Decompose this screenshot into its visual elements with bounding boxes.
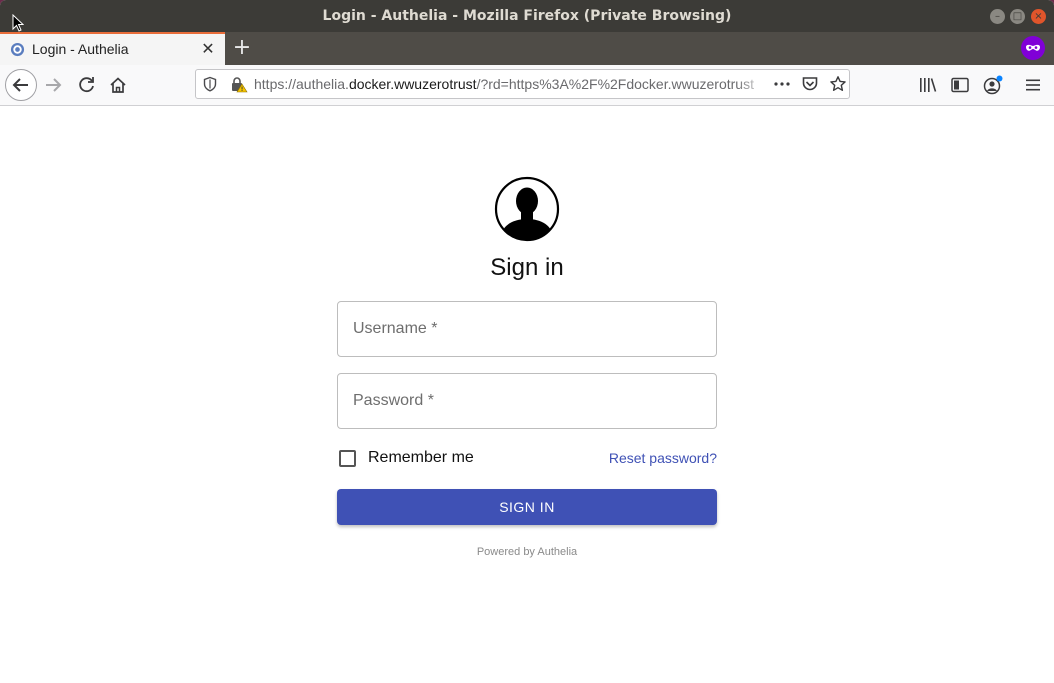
account-icon[interactable] xyxy=(982,75,1004,95)
private-browsing-icon xyxy=(1021,36,1045,60)
home-icon xyxy=(110,77,126,93)
tab-strip: Login - Authelia ✕ + xyxy=(0,32,1054,65)
remember-row: Remember me Reset password? xyxy=(337,446,717,470)
url-fade xyxy=(736,72,768,96)
sign-in-button[interactable]: SIGN IN xyxy=(337,489,717,525)
sidebar-icon[interactable] xyxy=(950,76,970,94)
tab-title: Login - Authelia xyxy=(32,41,129,57)
page-title: Sign in xyxy=(490,254,564,281)
url-bar[interactable]: https://authelia.docker.wwuzerotrust/?rd… xyxy=(195,69,850,99)
forward-button[interactable] xyxy=(40,70,70,100)
url-suffix: /?rd=https%3A%2F%2Fdocker.wwuzerotrust xyxy=(476,76,754,92)
pocket-icon[interactable] xyxy=(801,75,819,93)
plus-icon: + xyxy=(232,35,252,60)
username-field[interactable]: Username * xyxy=(337,301,717,357)
arrow-left-icon xyxy=(12,78,28,92)
minimize-icon: – xyxy=(995,11,1000,22)
remember-me-label[interactable]: Remember me xyxy=(368,449,474,467)
reset-password-link[interactable]: Reset password? xyxy=(609,450,717,466)
tab-login-authelia[interactable]: Login - Authelia ✕ xyxy=(0,32,225,65)
close-icon: × xyxy=(1034,11,1043,22)
bookmark-star-icon[interactable] xyxy=(829,75,847,93)
minimize-button[interactable]: – xyxy=(990,9,1005,24)
reload-button[interactable] xyxy=(72,70,102,100)
hamburger-menu-icon[interactable] xyxy=(1023,75,1043,95)
close-window-button[interactable]: × xyxy=(1031,9,1046,24)
url-host: docker.wwuzerotrust xyxy=(348,76,477,92)
title-bar: Login - Authelia - Mozilla Firefox (Priv… xyxy=(0,0,1054,32)
maximize-button[interactable]: □ xyxy=(1010,9,1025,24)
tab-close-icon[interactable]: ✕ xyxy=(199,38,217,60)
remember-me-checkbox[interactable] xyxy=(339,450,356,467)
page-actions-icon[interactable] xyxy=(773,76,791,92)
url-prefix: https://authelia. xyxy=(254,76,349,92)
arrow-right-icon xyxy=(46,78,62,92)
password-placeholder: Password * xyxy=(353,392,434,409)
page-content: Sign in Username * Password * Remember m… xyxy=(0,106,1054,683)
url-text[interactable]: https://authelia.docker.wwuzerotrust/?rd… xyxy=(254,76,766,92)
user-avatar-icon xyxy=(494,176,560,242)
browser-window: Login - Authelia - Mozilla Firefox (Priv… xyxy=(0,0,1054,683)
reload-icon xyxy=(79,77,94,93)
home-button[interactable] xyxy=(103,70,133,100)
library-icon[interactable] xyxy=(918,76,938,94)
maximize-icon: □ xyxy=(1012,11,1023,22)
new-tab-button[interactable]: + xyxy=(230,35,254,61)
shield-icon[interactable] xyxy=(202,76,218,92)
authelia-favicon-icon xyxy=(10,42,25,57)
navigation-toolbar: https://authelia.docker.wwuzerotrust/?rd… xyxy=(0,65,1054,106)
insecure-lock-icon[interactable] xyxy=(230,76,248,93)
username-placeholder: Username * xyxy=(353,320,438,337)
window-title: Login - Authelia - Mozilla Firefox (Priv… xyxy=(322,8,732,24)
password-field[interactable]: Password * xyxy=(337,373,717,429)
powered-by-footer: Powered by Authelia xyxy=(476,546,578,558)
back-button[interactable] xyxy=(5,69,37,101)
